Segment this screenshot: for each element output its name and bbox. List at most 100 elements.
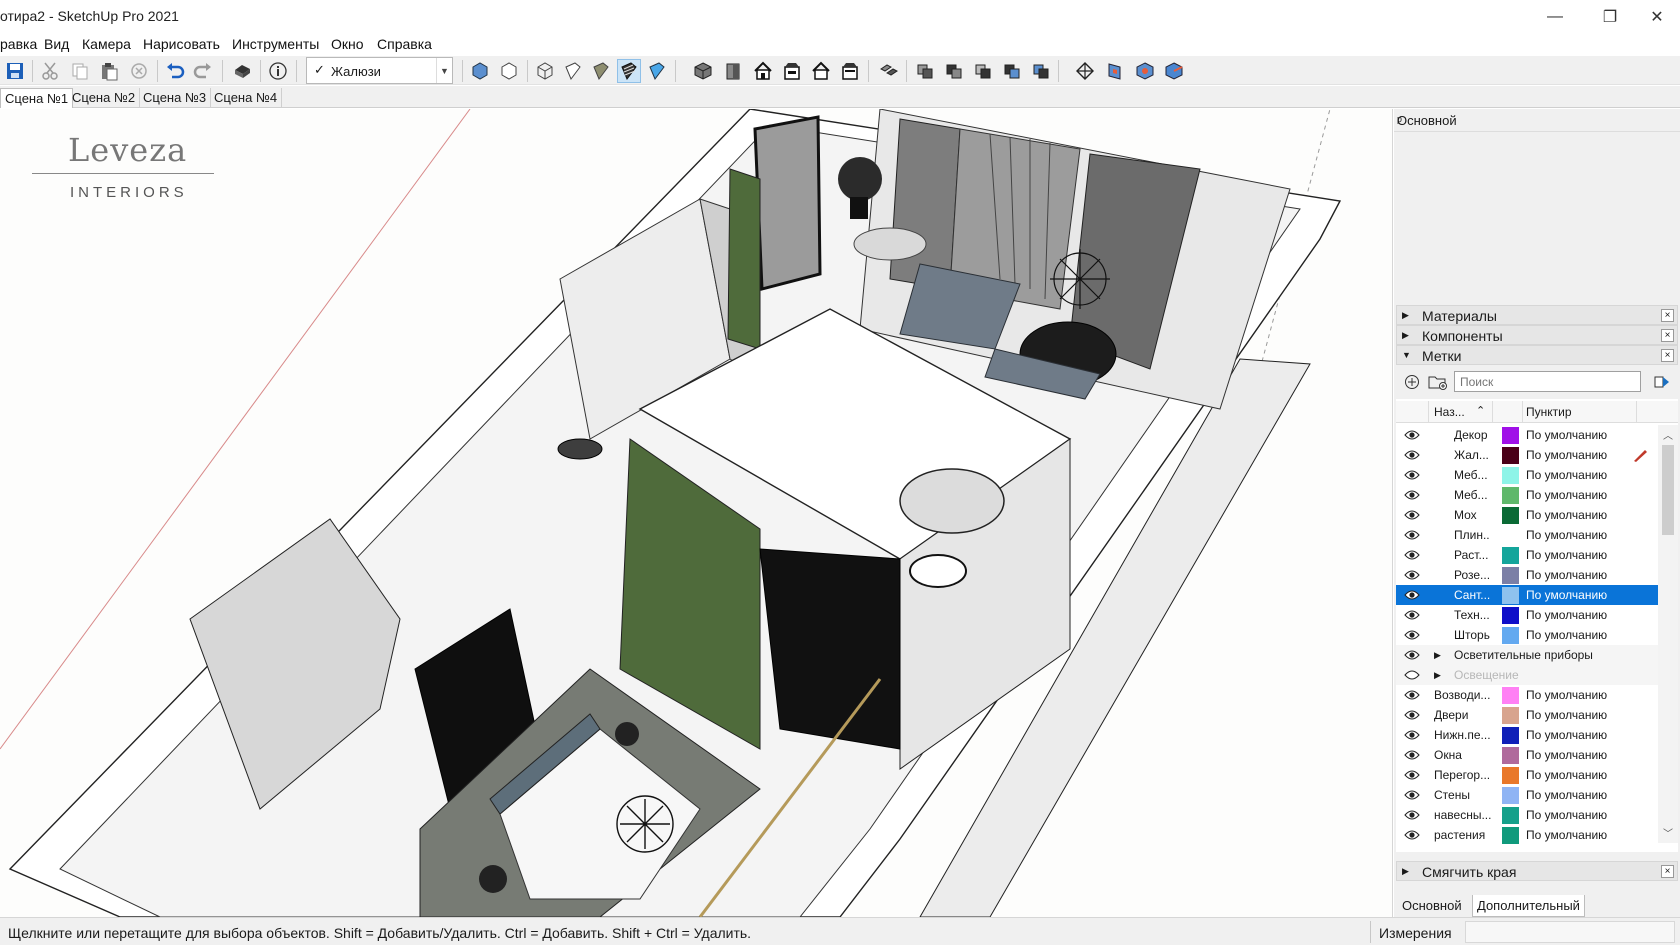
menu-edit[interactable]: равка [0,36,37,52]
name-column-header[interactable]: Наз... [1434,405,1465,419]
tag-name[interactable]: навесны... [1434,808,1492,822]
redo-button[interactable] [191,59,215,83]
print-button[interactable] [230,59,254,83]
tag-name[interactable]: Декор [1454,428,1490,442]
tag-row[interactable]: Нижн.пе... По умолчанию [1396,725,1658,745]
eye-icon[interactable] [1404,630,1420,640]
tag-color-swatch[interactable] [1502,547,1519,564]
tag-dash[interactable]: По умолчанию [1526,568,1607,582]
tag-name[interactable]: Возводи... [1434,688,1492,702]
xray-style-button[interactable] [468,59,492,83]
tag-color-swatch[interactable] [1502,587,1519,604]
tag-color-swatch[interactable] [1502,467,1519,484]
tag-name[interactable]: Раст... [1454,548,1490,562]
menu-window[interactable]: Окно [331,36,364,52]
eye-icon[interactable] [1404,510,1420,520]
tag-dash[interactable]: По умолчанию [1526,828,1607,842]
tag-dash[interactable]: По умолчанию [1526,428,1607,442]
tags-scrollbar[interactable]: ︿ ﹀ [1658,425,1678,843]
tag-color-swatch[interactable] [1502,527,1519,544]
menu-view[interactable]: Вид [44,36,69,52]
tag-dash[interactable]: По умолчанию [1526,628,1607,642]
tag-row[interactable]: Меб... По умолчанию [1396,465,1658,485]
eye-icon[interactable] [1404,750,1420,760]
right-view-button[interactable] [780,59,804,83]
pin-icon[interactable]: ᵖ [1397,113,1672,128]
union-button[interactable] [913,59,937,83]
details-arrow-icon[interactable] [1654,374,1670,390]
menu-camera[interactable]: Камера [82,36,131,52]
menu-draw[interactable]: Нарисовать [143,36,220,52]
top-view-button[interactable] [721,59,745,83]
tag-row[interactable]: Плин... По умолчанию [1396,525,1658,545]
tag-name[interactable]: Перегор... [1434,768,1492,782]
components-panel-header[interactable]: ▶ Компоненты × [1396,325,1678,345]
maximize-button[interactable]: ❐ [1587,0,1633,34]
section-planes-button[interactable] [1133,59,1157,83]
expand-right-icon[interactable]: ▶ [1434,670,1441,681]
scroll-down-icon[interactable]: ﹀ [1658,825,1678,841]
tag-dash[interactable]: По умолчанию [1526,468,1607,482]
menu-help[interactable]: Справка [377,36,432,52]
tag-dash[interactable]: По умолчанию [1526,548,1607,562]
minimize-button[interactable]: — [1532,0,1578,34]
tag-row-selected[interactable]: Сант... По умолчанию [1396,585,1658,605]
tag-name[interactable]: Окна [1434,748,1492,762]
tag-dash[interactable]: По умолчанию [1526,788,1607,802]
eye-hidden-icon[interactable] [1404,670,1420,680]
eye-icon[interactable] [1404,590,1420,600]
tag-color-swatch[interactable] [1502,707,1519,724]
back-edges-button[interactable] [497,59,521,83]
tag-color-swatch[interactable] [1502,487,1519,504]
close-button[interactable]: ✕ [1634,0,1680,34]
expand-right-icon[interactable]: ▶ [1434,650,1441,661]
tag-name[interactable]: Нижн.пе... [1434,728,1492,742]
eye-icon[interactable] [1404,770,1420,780]
tag-color-swatch[interactable] [1502,687,1519,704]
eye-icon[interactable] [1404,490,1420,500]
close-panel-icon[interactable]: × [1661,865,1674,878]
eye-icon[interactable] [1404,830,1420,840]
intersect-button[interactable] [971,59,995,83]
tag-row[interactable]: Декор По умолчанию [1396,425,1658,445]
tag-dash[interactable]: По умолчанию [1526,808,1607,822]
tag-name[interactable]: Шторы [1454,628,1490,642]
tag-color-swatch[interactable] [1502,427,1519,444]
tag-name[interactable]: Двери [1434,708,1492,722]
tag-row[interactable]: Розе... По умолчанию [1396,565,1658,585]
tag-name[interactable]: Стены [1434,788,1492,802]
split-button[interactable] [1029,59,1053,83]
tag-name[interactable]: Жал... [1454,448,1490,462]
tag-color-swatch[interactable] [1502,807,1519,824]
eye-icon[interactable] [1404,570,1420,580]
tag-row[interactable]: Возводи... По умолчанию [1396,685,1658,705]
tag-name[interactable]: Меб... [1454,468,1490,482]
tag-color-swatch[interactable] [1502,827,1519,844]
tag-row[interactable]: Окна По умолчанию [1396,745,1658,765]
tag-folder-name[interactable]: Осветительные приборы [1454,648,1593,662]
close-panel-icon[interactable]: × [1661,329,1674,342]
tag-folder-row[interactable]: ▶ Осветительные приборы [1396,645,1658,665]
tag-folder-name[interactable]: Освещение [1454,668,1519,682]
tags-panel-header[interactable]: ▼ Метки × [1396,345,1678,365]
tag-color-swatch[interactable] [1502,507,1519,524]
iso-view-button[interactable] [691,59,715,83]
add-folder-icon[interactable] [1428,374,1448,390]
floorplan-3d-model[interactable] [0,109,1393,917]
model-info-button[interactable] [266,59,290,83]
tag-row[interactable]: навесны... По умолчанию [1396,805,1658,825]
eye-icon[interactable] [1404,610,1420,620]
scroll-up-icon[interactable]: ︿ [1658,427,1678,443]
eye-icon[interactable] [1404,710,1420,720]
tag-name[interactable]: Мох [1454,508,1490,522]
tag-dash[interactable]: По умолчанию [1526,508,1607,522]
section-plane-button[interactable] [1073,59,1097,83]
tag-dash[interactable]: По умолчанию [1526,748,1607,762]
save-button[interactable] [3,59,27,83]
active-tag-dropdown[interactable]: ✓ Жалюзи ▼ [306,57,453,84]
monochrome-button[interactable] [645,59,669,83]
subtract-button[interactable] [942,59,966,83]
eye-icon[interactable] [1404,550,1420,560]
tag-color-swatch[interactable] [1502,787,1519,804]
tag-row[interactable]: Шторы По умолчанию [1396,625,1658,645]
